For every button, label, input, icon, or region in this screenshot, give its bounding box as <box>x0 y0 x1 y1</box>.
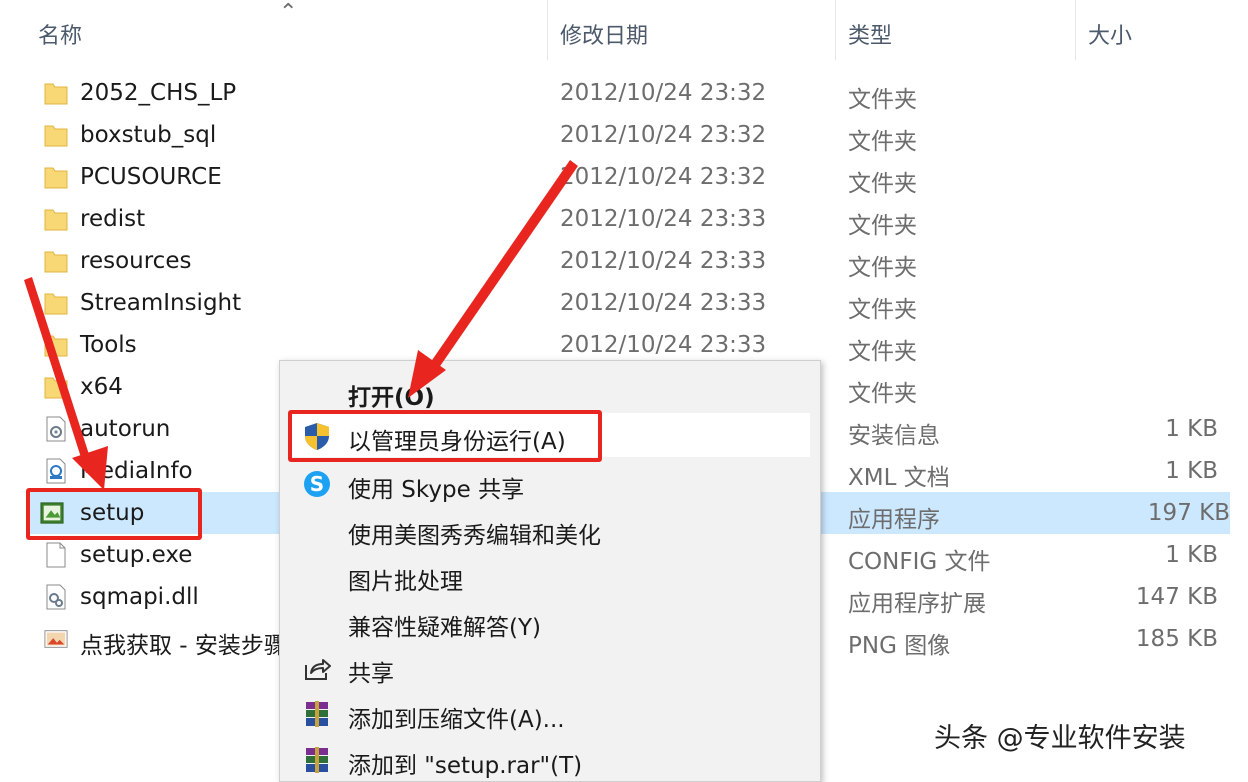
folder-icon <box>44 125 68 147</box>
menu-item-label: 兼容性疑难解答(Y) <box>348 615 541 641</box>
file-row[interactable]: redist 2012/10/24 23:33 文件夹 <box>0 198 1248 240</box>
sort-ascending-icon: ⌃ <box>279 0 298 25</box>
menu-item-label: 添加到 "setup.rar"(T) <box>348 753 583 779</box>
file-size: 197 KB <box>1147 500 1230 526</box>
menu-item-batch-image[interactable]: 图片批处理 <box>280 553 820 597</box>
file-size: 1 KB <box>1165 416 1218 442</box>
column-size[interactable]: 大小 <box>1088 18 1132 50</box>
column-divider[interactable] <box>547 0 548 60</box>
column-divider[interactable] <box>835 0 836 60</box>
file-type: XML 文档 <box>848 465 950 491</box>
file-row[interactable]: resources 2012/10/24 23:33 文件夹 <box>0 240 1248 282</box>
svg-text:S: S <box>310 472 324 496</box>
file-name: autorun <box>80 416 171 442</box>
folder-icon <box>44 167 68 189</box>
menu-item-open[interactable]: 打开(O) <box>280 369 820 413</box>
file-date: 2012/10/24 23:33 <box>560 206 767 232</box>
file-type: 文件夹 <box>848 171 917 197</box>
file-name: MediaInfo <box>80 458 193 484</box>
file-type: PNG 图像 <box>848 633 951 659</box>
menu-item-skype-share[interactable]: S 使用 Skype 共享 <box>280 461 820 505</box>
menu-item-label: 添加到压缩文件(A)... <box>348 707 565 733</box>
file-type: 文件夹 <box>848 339 917 365</box>
file-type: 应用程序 <box>848 507 940 533</box>
file-size: 147 KB <box>1135 584 1218 610</box>
annotation-highlight-box <box>26 488 202 540</box>
file-type: 文件夹 <box>848 381 917 407</box>
file-type: 文件夹 <box>848 297 917 323</box>
share-icon <box>305 659 331 680</box>
file-type: 应用程序扩展 <box>848 591 986 617</box>
menu-item-label: 使用美图秀秀编辑和美化 <box>348 523 601 549</box>
folder-icon <box>44 377 68 399</box>
menu-item-add-to-setup-rar[interactable]: 添加到 "setup.rar"(T) <box>280 737 820 781</box>
file-name: redist <box>80 206 146 232</box>
menu-item-label: 图片批处理 <box>348 569 463 595</box>
folder-icon <box>44 209 68 231</box>
file-type: CONFIG 文件 <box>848 549 991 575</box>
file-name: Tools <box>80 332 137 358</box>
winrar-icon <box>306 701 328 727</box>
skype-icon: S <box>304 471 330 497</box>
folder-icon <box>44 335 68 357</box>
file-row[interactable]: StreamInsight 2012/10/24 23:33 文件夹 <box>0 282 1248 324</box>
folder-icon <box>44 251 68 273</box>
file-row[interactable]: 2052_CHS_LP 2012/10/24 23:32 文件夹 <box>0 72 1248 114</box>
menu-item-label: 打开(O) <box>348 385 435 411</box>
settings-file-icon <box>46 416 66 442</box>
file-name: 2052_CHS_LP <box>80 80 237 106</box>
file-row[interactable]: boxstub_sql 2012/10/24 23:32 文件夹 <box>0 114 1248 156</box>
file-name: boxstub_sql <box>80 122 217 148</box>
column-header: ⌃ 名称 修改日期 类型 大小 <box>0 0 1248 66</box>
file-name: sqmapi.dll <box>80 584 199 610</box>
file-size: 185 KB <box>1135 626 1218 652</box>
column-type[interactable]: 类型 <box>848 18 892 50</box>
file-name: PCUSOURCE <box>80 164 222 190</box>
image-file-icon <box>44 630 68 648</box>
annotation-highlight-box <box>288 410 602 462</box>
file-type: 文件夹 <box>848 87 917 113</box>
watermark: 头条 @专业软件安装 <box>934 723 1186 754</box>
menu-item-label: 使用 Skype 共享 <box>348 477 525 503</box>
file-type: 文件夹 <box>848 213 917 239</box>
xml-file-icon <box>46 458 66 484</box>
file-name: StreamInsight <box>80 290 242 316</box>
file-date: 2012/10/24 23:32 <box>560 164 767 190</box>
blank-file-icon <box>46 542 66 568</box>
folder-icon <box>44 293 68 315</box>
file-date: 2012/10/24 23:33 <box>560 332 767 358</box>
file-size: 1 KB <box>1165 458 1218 484</box>
file-name: 点我获取 - 安装步骤 <box>80 633 287 659</box>
file-row[interactable]: PCUSOURCE 2012/10/24 23:32 文件夹 <box>0 156 1248 198</box>
folder-icon <box>44 83 68 105</box>
column-name[interactable]: 名称 <box>38 18 82 50</box>
menu-item-label: 共享 <box>348 661 394 687</box>
menu-item-add-to-archive[interactable]: 添加到压缩文件(A)... <box>280 691 820 735</box>
file-size: 1 KB <box>1165 542 1218 568</box>
file-date: 2012/10/24 23:33 <box>560 248 767 274</box>
file-type: 安装信息 <box>848 423 940 449</box>
winrar-icon <box>306 747 328 773</box>
column-date[interactable]: 修改日期 <box>560 18 648 50</box>
menu-item-meitu-edit[interactable]: 使用美图秀秀编辑和美化 <box>280 507 820 551</box>
file-name: setup.exe <box>80 542 193 568</box>
file-date: 2012/10/24 23:32 <box>560 122 767 148</box>
menu-item-compatibility[interactable]: 兼容性疑难解答(Y) <box>280 599 820 643</box>
file-date: 2012/10/24 23:33 <box>560 290 767 316</box>
file-date: 2012/10/24 23:32 <box>560 80 767 106</box>
menu-item-share[interactable]: 共享 <box>280 645 820 689</box>
file-type: 文件夹 <box>848 255 917 281</box>
dll-file-icon <box>46 584 66 610</box>
file-type: 文件夹 <box>848 129 917 155</box>
column-divider[interactable] <box>1075 0 1076 60</box>
file-name: resources <box>80 248 192 274</box>
file-name: x64 <box>80 374 123 400</box>
